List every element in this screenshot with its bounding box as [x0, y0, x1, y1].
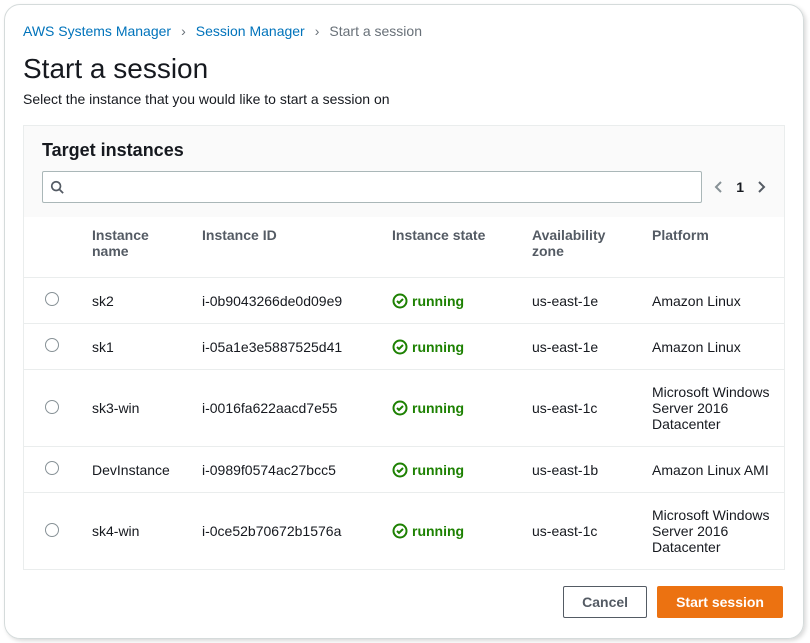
- cell-availability-zone: us-east-1b: [520, 447, 640, 493]
- instances-table: Instance name Instance ID Instance state…: [24, 217, 784, 569]
- state-text: running: [412, 462, 464, 478]
- select-radio[interactable]: [45, 338, 59, 352]
- cell-platform: Microsoft Windows Server 2016 Datacenter: [640, 493, 784, 570]
- cancel-button[interactable]: Cancel: [563, 586, 647, 618]
- chevron-right-icon: ›: [315, 23, 320, 39]
- col-instance-state[interactable]: Instance state: [380, 217, 520, 278]
- page-subtitle: Select the instance that you would like …: [23, 91, 785, 107]
- cell-instance-name: sk2: [80, 278, 190, 324]
- prev-page-button[interactable]: [714, 180, 724, 194]
- cell-instance-id: i-0016fa622aacd7e55: [190, 370, 380, 447]
- breadcrumb-link[interactable]: Session Manager: [196, 23, 305, 39]
- breadcrumb-current: Start a session: [329, 23, 422, 39]
- search-icon: [50, 180, 64, 194]
- table-row: sk4-wini-0ce52b70672b1576a running us-east…: [24, 493, 784, 570]
- search-input[interactable]: [42, 171, 702, 203]
- cell-platform: Amazon Linux: [640, 324, 784, 370]
- cell-instance-name: sk4-win: [80, 493, 190, 570]
- page-title: Start a session: [23, 53, 785, 85]
- cell-availability-zone: us-east-1c: [520, 493, 640, 570]
- cell-instance-state: running: [380, 324, 520, 370]
- table-row: sk3-wini-0016fa622aacd7e55 running us-east…: [24, 370, 784, 447]
- col-platform[interactable]: Platform: [640, 217, 784, 278]
- cell-instance-name: DevInstance: [80, 447, 190, 493]
- col-instance-id[interactable]: Instance ID: [190, 217, 380, 278]
- cell-instance-id: i-0ce52b70672b1576a: [190, 493, 380, 570]
- cell-instance-id: i-05a1e3e5887525d41: [190, 324, 380, 370]
- chevron-right-icon: ›: [181, 23, 186, 39]
- chevron-right-icon: [756, 180, 766, 194]
- chevron-left-icon: [714, 180, 724, 194]
- next-page-button[interactable]: [756, 180, 766, 194]
- state-text: running: [412, 293, 464, 309]
- cell-availability-zone: us-east-1c: [520, 370, 640, 447]
- cell-availability-zone: us-east-1e: [520, 324, 640, 370]
- cell-instance-name: sk3-win: [80, 370, 190, 447]
- pagination: 1: [714, 179, 766, 195]
- table-row: DevInstancei-0989f0574ac27bcc5 running us-…: [24, 447, 784, 493]
- table-row: sk1i-05a1e3e5887525d41 running us-east-1eA…: [24, 324, 784, 370]
- breadcrumb: AWS Systems Manager › Session Manager › …: [23, 19, 785, 53]
- state-text: running: [412, 339, 464, 355]
- breadcrumb-link[interactable]: AWS Systems Manager: [23, 23, 171, 39]
- status-ok-icon: [392, 462, 408, 478]
- page-number: 1: [736, 179, 744, 195]
- state-text: running: [412, 523, 464, 539]
- search-wrap: [42, 171, 702, 203]
- col-availability-zone[interactable]: Availability zone: [520, 217, 640, 278]
- status-ok-icon: [392, 293, 408, 309]
- state-text: running: [412, 400, 464, 416]
- cell-instance-name: sk1: [80, 324, 190, 370]
- cell-instance-state: running: [380, 278, 520, 324]
- cell-instance-state: running: [380, 493, 520, 570]
- select-radio[interactable]: [45, 461, 59, 475]
- cell-platform: Microsoft Windows Server 2016 Datacenter: [640, 370, 784, 447]
- cell-platform: Amazon Linux AMI: [640, 447, 784, 493]
- status-ok-icon: [392, 339, 408, 355]
- cell-instance-id: i-0b9043266de0d09e9: [190, 278, 380, 324]
- panel-title: Target instances: [24, 140, 784, 171]
- cell-instance-state: running: [380, 370, 520, 447]
- select-radio[interactable]: [45, 523, 59, 537]
- col-instance-name[interactable]: Instance name: [80, 217, 190, 278]
- cell-instance-id: i-0989f0574ac27bcc5: [190, 447, 380, 493]
- select-radio[interactable]: [45, 400, 59, 414]
- target-instances-panel: Target instances 1: [23, 125, 785, 570]
- cell-platform: Amazon Linux: [640, 278, 784, 324]
- cell-availability-zone: us-east-1e: [520, 278, 640, 324]
- table-row: sk2i-0b9043266de0d09e9 running us-east-1eA…: [24, 278, 784, 324]
- footer-actions: Cancel Start session: [23, 570, 785, 620]
- status-ok-icon: [392, 400, 408, 416]
- cell-instance-state: running: [380, 447, 520, 493]
- col-select: [24, 217, 80, 278]
- select-radio[interactable]: [45, 292, 59, 306]
- start-session-button[interactable]: Start session: [657, 586, 783, 618]
- status-ok-icon: [392, 523, 408, 539]
